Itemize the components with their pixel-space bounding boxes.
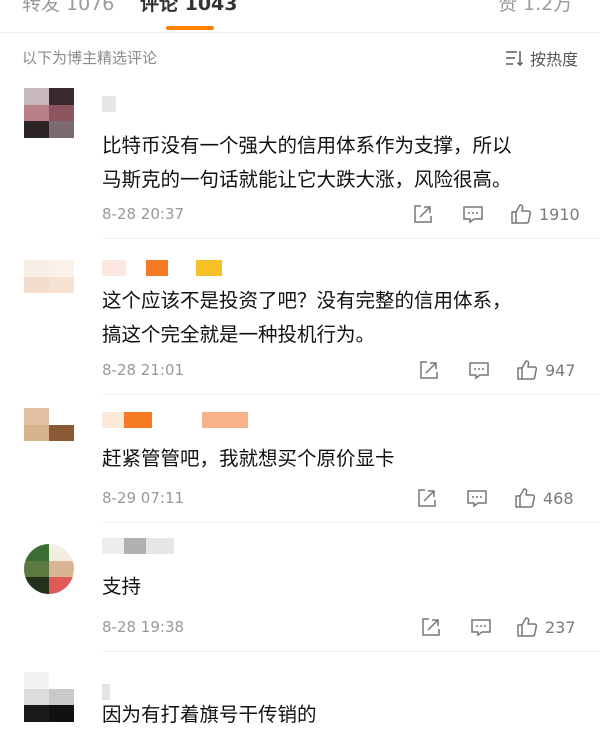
avatar[interactable] xyxy=(24,88,74,138)
comment-text: 这个应该不是投资了吧？没有完整的信用体系， 搞这个完全就是一种投机行为。 xyxy=(102,289,512,346)
username-blurred[interactable] xyxy=(102,538,174,554)
comment-text: 支持 xyxy=(102,575,142,598)
like-button[interactable]: 468 xyxy=(514,486,574,510)
avatar[interactable] xyxy=(24,672,74,722)
username-blurred[interactable] xyxy=(102,96,116,112)
like-button[interactable]: 947 xyxy=(516,358,576,382)
reply-button[interactable] xyxy=(468,615,494,639)
divider xyxy=(102,651,600,652)
avatar[interactable] xyxy=(24,260,74,310)
comment-icon xyxy=(471,619,491,637)
sort-label: 按热度 xyxy=(529,50,578,69)
repost-button[interactable] xyxy=(410,202,436,226)
like-count: 947 xyxy=(545,360,576,380)
curated-comments-note: 以下为博主精选评论 xyxy=(22,49,158,67)
comment-icon xyxy=(463,206,483,224)
active-tab-indicator xyxy=(166,26,214,30)
comment-icon xyxy=(469,362,489,380)
thumbs-up-icon xyxy=(517,617,538,637)
username-blurred[interactable] xyxy=(102,260,222,276)
avatar[interactable] xyxy=(24,408,74,458)
like-count: 237 xyxy=(545,617,576,637)
comment-text: 比特币没有一个强大的信用体系作为支撑，所以 马斯克的一句话就能让它大跌大涨，风险… xyxy=(102,134,512,191)
tab-likes[interactable]: 赞 1.2万 xyxy=(498,0,572,16)
comment-time: 8-28 19:38 xyxy=(102,618,185,636)
thumbs-up-icon xyxy=(515,488,536,508)
tab-reposts[interactable]: 转发 1076 xyxy=(22,0,114,16)
sort-lines-icon xyxy=(505,51,524,67)
comment-time: 8-28 21:01 xyxy=(102,361,185,379)
reply-button[interactable] xyxy=(466,358,492,382)
comment-meta: 8-28 19:38 237 xyxy=(102,615,580,639)
repost-icon xyxy=(420,361,438,379)
sort-by-hot-button[interactable]: 按热度 xyxy=(504,47,578,69)
comment-meta: 8-28 20:37 1910 xyxy=(102,202,580,226)
comment-time: 8-29 07:11 xyxy=(102,489,185,507)
username-blurred[interactable] xyxy=(102,412,248,428)
avatar[interactable] xyxy=(24,544,74,594)
repost-icon xyxy=(418,489,436,507)
like-count: 1910 xyxy=(539,204,580,224)
divider xyxy=(102,394,600,395)
like-button[interactable]: 1910 xyxy=(510,202,580,226)
comment-meta: 8-29 07:11 468 xyxy=(102,486,580,510)
comment-icon xyxy=(467,490,487,508)
comment-meta: 8-28 21:01 947 xyxy=(102,358,580,382)
repost-button[interactable] xyxy=(416,358,442,382)
divider xyxy=(102,238,600,239)
comment-text: 赶紧管管吧，我就想买个原价显卡 xyxy=(102,447,395,470)
thumbs-up-icon xyxy=(517,360,538,380)
repost-icon xyxy=(422,618,440,636)
comment-text: 因为有打着旗号干传销的 xyxy=(102,703,317,726)
repost-button[interactable] xyxy=(414,486,440,510)
reply-button[interactable] xyxy=(460,202,486,226)
tab-bar: 转发 1076 评论 1043 赞 1.2万 xyxy=(0,0,600,33)
reply-button[interactable] xyxy=(464,486,490,510)
like-button[interactable]: 237 xyxy=(516,615,576,639)
repost-button[interactable] xyxy=(418,615,444,639)
tab-comments[interactable]: 评论 1043 xyxy=(140,0,238,16)
comment-time: 8-28 20:37 xyxy=(102,205,185,223)
thumbs-up-icon xyxy=(511,204,532,224)
repost-icon xyxy=(414,205,432,223)
like-count: 468 xyxy=(543,488,574,508)
divider xyxy=(102,522,600,523)
